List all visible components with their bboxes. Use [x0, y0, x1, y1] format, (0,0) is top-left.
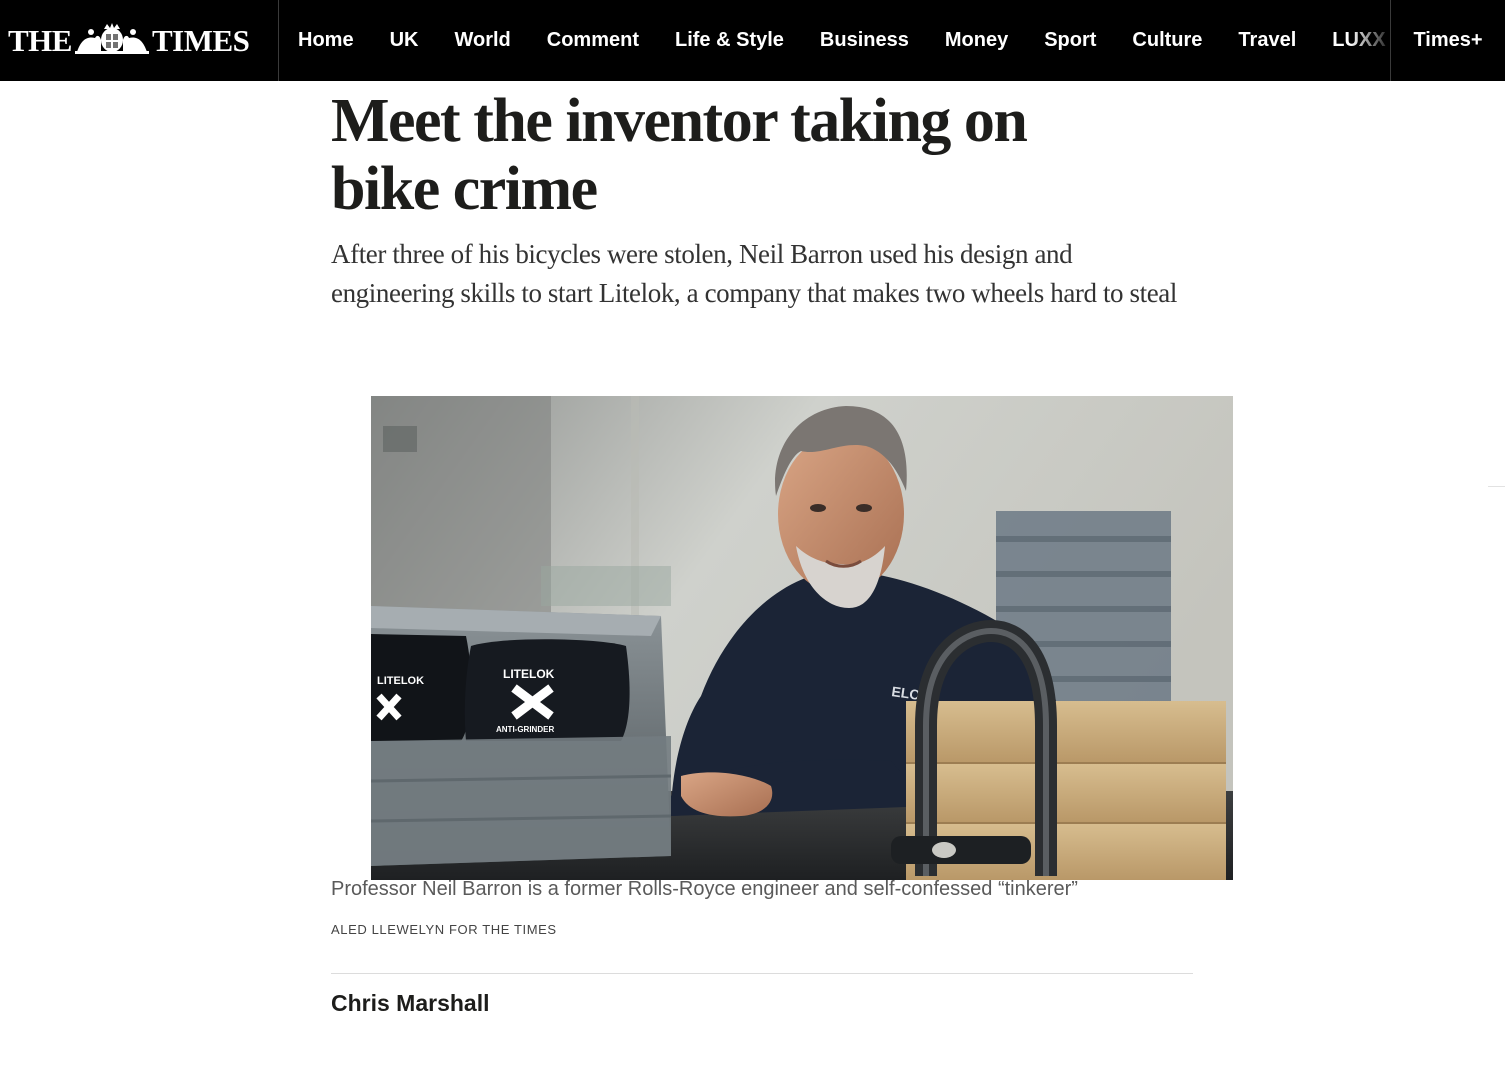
pack-label-center: LITELOK	[503, 667, 555, 681]
pack-sublabel: ANTI-GRINDER	[496, 725, 554, 734]
article-lead-image[interactable]: ELOK LITELOK LITELOK ANTI-GRINDER	[371, 396, 1233, 880]
times-plus-link[interactable]: Times+	[1390, 0, 1505, 81]
nav-item-business[interactable]: Business	[820, 29, 909, 52]
nav-item-luxx[interactable]: LUXX	[1332, 29, 1385, 52]
nav-item-life-and-style[interactable]: Life & Style	[675, 29, 784, 52]
inventor-portrait-photo: ELOK LITELOK LITELOK ANTI-GRINDER	[371, 396, 1233, 880]
nav-item-uk[interactable]: UK	[390, 29, 419, 52]
section-navigation: Home UK World Comment Life & Style Busin…	[280, 0, 1390, 81]
nav-item-travel[interactable]: Travel	[1238, 29, 1296, 52]
nav-item-world[interactable]: World	[454, 29, 510, 52]
article-headline: Meet the inventor taking on bike crime	[331, 87, 1028, 223]
nav-item-culture[interactable]: Culture	[1132, 29, 1202, 52]
scrollbar-edge-mark	[1488, 486, 1505, 487]
pack-label-left: LITELOK	[377, 675, 424, 687]
nav-item-sport[interactable]: Sport	[1044, 29, 1096, 52]
image-caption: Professor Neil Barron is a former Rolls-…	[331, 878, 1078, 900]
nav-item-home[interactable]: Home	[298, 29, 354, 52]
nav-item-comment[interactable]: Comment	[547, 29, 639, 52]
author-byline[interactable]: Chris Marshall	[331, 990, 490, 1017]
royal-crest-icon	[73, 22, 151, 56]
image-credit: ALED LLEWELYN FOR THE TIMES	[331, 922, 557, 937]
article-standfirst: After three of his bicycles were stolen,…	[331, 239, 1177, 308]
byline-divider	[331, 973, 1193, 974]
the-times-logo[interactable]: THE TIMES	[0, 0, 279, 81]
article: Meet the inventor taking on bike crime A…	[331, 81, 1233, 1016]
nav-item-money[interactable]: Money	[945, 29, 1008, 52]
top-navigation-bar: THE TIMES Home UK World Comment Life & S…	[0, 0, 1505, 81]
logo-word-times: TIMES	[151, 22, 250, 58]
logo-word-the: THE	[8, 22, 72, 58]
